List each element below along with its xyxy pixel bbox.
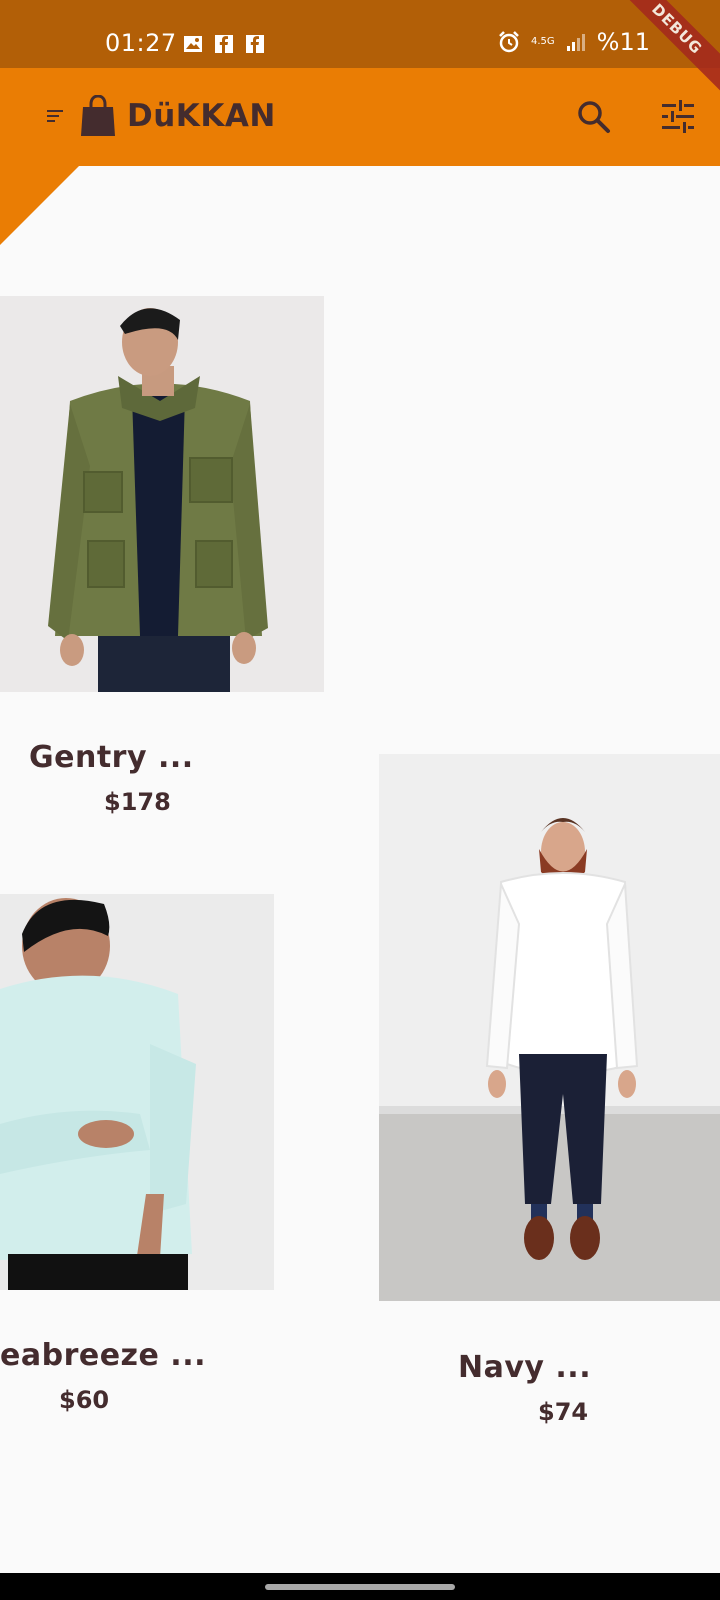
app-title: DüKKAN	[127, 98, 276, 134]
facebook-notification-icon-2	[246, 35, 264, 53]
search-icon[interactable]	[576, 99, 612, 135]
tune-icon[interactable]	[660, 99, 696, 135]
status-right-group: 4.5G %11	[497, 28, 650, 56]
product-card-navy[interactable]: Navy ... $74	[379, 754, 720, 1434]
product-name: eabreeze ...	[0, 1338, 206, 1373]
signal-icon	[566, 34, 585, 51]
gallery-notification-icon	[184, 36, 202, 52]
product-price: $178	[104, 788, 171, 816]
product-image-seabreeze[interactable]	[0, 894, 274, 1290]
product-name: Navy ...	[458, 1350, 592, 1385]
alarm-icon	[499, 31, 519, 53]
product-image-gentry[interactable]	[0, 296, 324, 692]
shopping-bag-icon	[81, 95, 115, 136]
facebook-notification-icon	[215, 35, 233, 53]
system-navigation-bar	[0, 1573, 720, 1600]
product-price: $60	[59, 1386, 110, 1414]
network-type-label: 4.5G	[531, 36, 555, 47]
product-price: $74	[538, 1398, 589, 1426]
product-image-navy[interactable]	[379, 754, 720, 1301]
status-bar: 01:27 4.5G %11	[0, 0, 720, 68]
sweater-photo	[0, 894, 274, 1290]
backdrop-notch	[0, 165, 80, 245]
shirt-photo	[379, 754, 720, 1301]
home-gesture-handle[interactable]	[265, 1584, 455, 1590]
menu-icon[interactable]	[47, 109, 65, 123]
jacket-photo	[0, 296, 324, 692]
battery-percent: %11	[596, 28, 650, 56]
product-card-seabreeze[interactable]: eabreeze ... $60	[0, 894, 274, 1424]
status-time: 01:27	[105, 29, 177, 57]
app-bar: DüKKAN	[0, 68, 720, 166]
product-card-gentry[interactable]: Gentry ... $178	[0, 296, 324, 816]
product-name: Gentry ...	[29, 740, 194, 775]
